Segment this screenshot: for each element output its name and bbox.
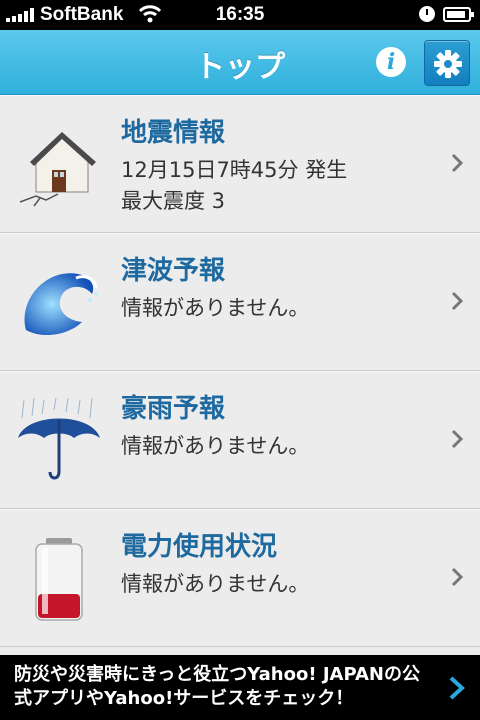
chevron-right-icon — [451, 429, 464, 449]
umbrella-rain-icon — [18, 398, 100, 480]
info-button[interactable]: i — [376, 47, 406, 77]
ad-banner[interactable]: 防災や災害時にきっと役立つYahoo! JAPANの公式アプリやYahoo!サー… — [0, 655, 480, 720]
status-bar: SoftBank 16:35 — [0, 0, 480, 30]
item-detail: 情報がありません。 — [121, 296, 310, 320]
item-detail: 情報がありません。 — [121, 572, 310, 596]
chevron-right-icon — [449, 676, 465, 700]
page-title: トップ — [195, 50, 285, 85]
chevron-right-icon — [451, 567, 464, 587]
chevron-right-icon — [451, 291, 464, 311]
menu-list: 地震情報 12月15日7時45分 発生 最大震度 3 津波予報 情報がありません… — [0, 95, 480, 647]
house-earthquake-icon — [19, 132, 96, 207]
list-item-earthquake[interactable]: 地震情報 12月15日7時45分 発生 最大震度 3 — [0, 95, 480, 233]
list-item-tsunami[interactable]: 津波予報 情報がありません。 — [0, 233, 480, 371]
status-time: 16:35 — [215, 4, 265, 25]
rotation-lock-icon — [419, 6, 435, 22]
item-label: 地震情報 — [121, 118, 226, 148]
banner-text: 防災や災害時にきっと役立つYahoo! JAPANの公式アプリやYahoo!サー… — [14, 664, 420, 709]
item-label: 電力使用状況 — [121, 532, 278, 562]
info-icon: i — [386, 49, 396, 75]
item-label: 豪雨予報 — [121, 394, 226, 424]
item-label: 津波予報 — [121, 256, 226, 286]
battery-icon — [35, 538, 83, 621]
settings-button[interactable] — [424, 40, 470, 86]
item-detail: 情報がありません。 — [121, 434, 310, 458]
list-item-power-usage[interactable]: 電力使用状況 情報がありません。 — [0, 509, 480, 647]
item-detail: 12月15日7時45分 発生 — [121, 158, 348, 182]
gear-icon — [434, 50, 462, 78]
item-detail-2: 最大震度 3 — [121, 189, 226, 213]
battery-status-icon — [443, 7, 474, 22]
list-item-heavy-rain[interactable]: 豪雨予報 情報がありません。 — [0, 371, 480, 509]
tsunami-wave-icon — [24, 273, 98, 336]
chevron-right-icon — [451, 153, 464, 173]
navigation-bar: トップ i — [0, 30, 480, 95]
